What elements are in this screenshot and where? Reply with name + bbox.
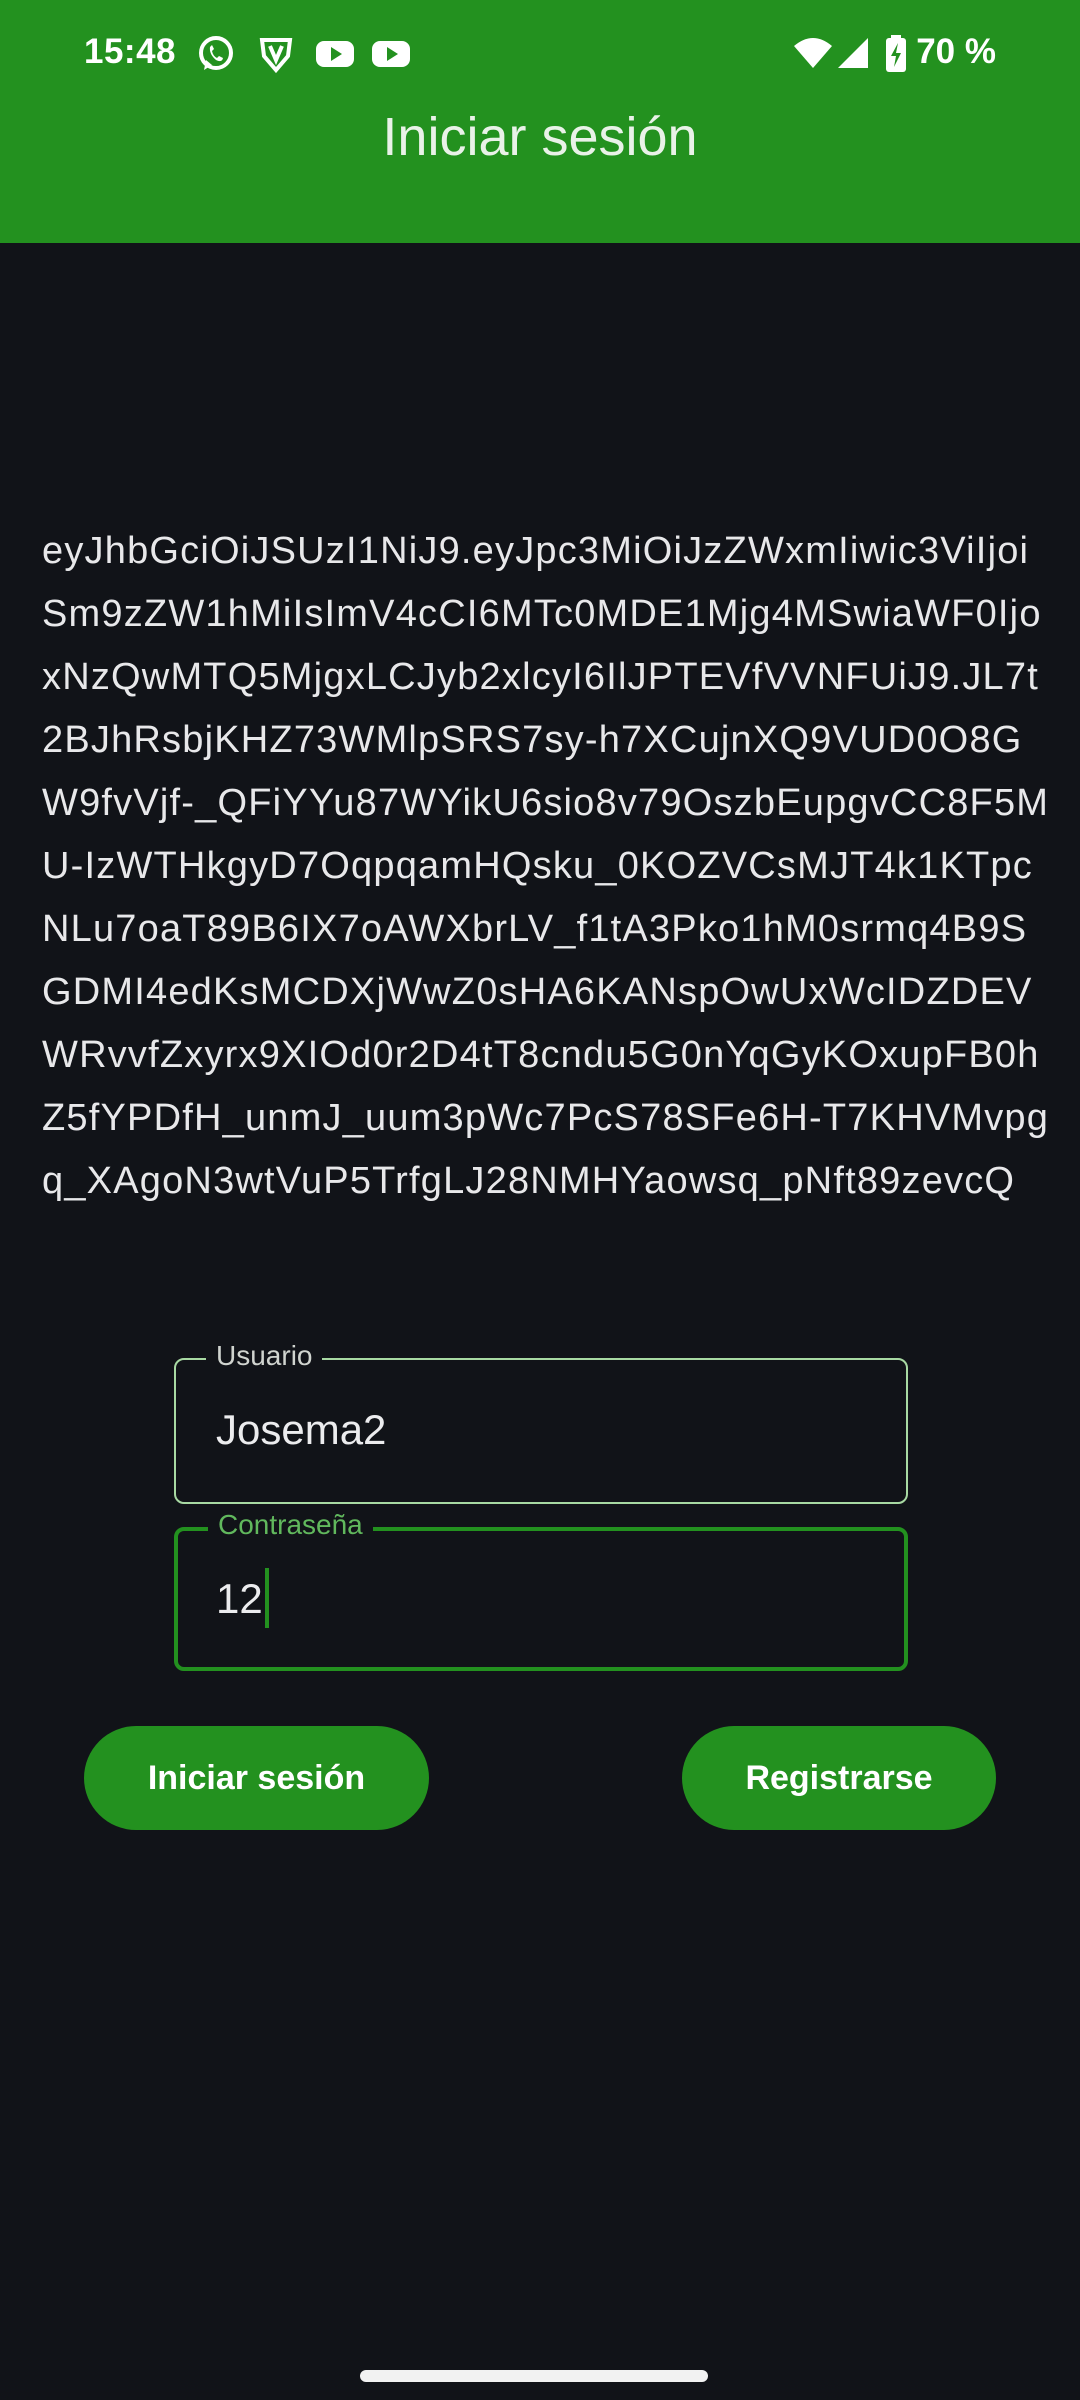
youtube-icon [370,34,412,83]
password-field[interactable]: Contraseña 12 [174,1509,908,1671]
app-bar: 15:48 70 % Iniciar sesión [0,0,1080,243]
gesture-navigation-bar[interactable] [360,2370,708,2382]
register-button[interactable]: Registrarse [682,1726,996,1830]
vpn-shield-icon [256,34,296,83]
battery-percentage: 70 % [916,32,996,71]
wifi-icon [792,34,834,83]
text-caret [264,1567,269,1628]
jwt-token-text: eyJhbGciOiJSUzI1NiJ9.eyJpc3MiOiJzZWxmIiw… [42,530,1050,1202]
password-input-content[interactable]: 12 [216,1567,269,1628]
login-button[interactable]: Iniciar sesión [84,1726,429,1830]
page-title: Iniciar sesión [382,107,698,167]
password-label: Contraseña [208,1509,373,1541]
username-label: Usuario [206,1340,323,1372]
whatsapp-icon [196,34,236,83]
username-value[interactable]: Josema2 [216,1406,386,1454]
status-time: 15:48 [84,32,177,71]
signal-icon [836,34,870,83]
username-field[interactable]: Usuario Josema2 [174,1340,908,1504]
password-value: 12 [216,1575,263,1622]
status-bar: 15:48 70 % [0,24,1080,84]
battery-charging-icon [884,34,908,83]
youtube-icon [314,34,356,83]
